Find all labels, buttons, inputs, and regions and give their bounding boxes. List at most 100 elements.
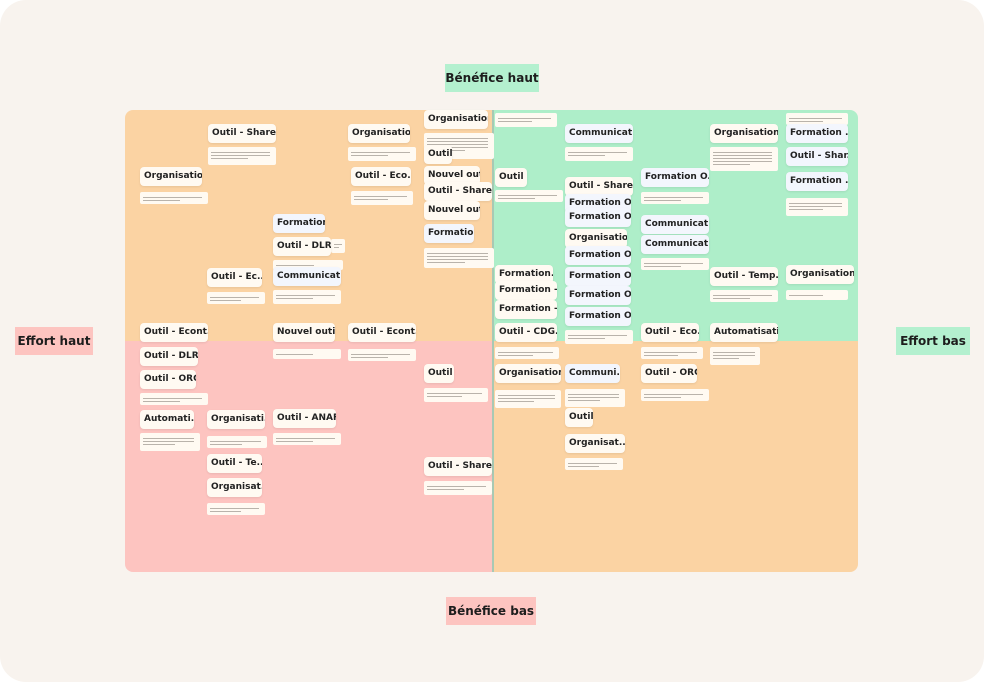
idea-card[interactable]: Communicat... (565, 124, 633, 143)
sticky-note[interactable] (641, 389, 709, 401)
idea-card[interactable]: Outil - DLRé (273, 237, 331, 256)
note-text-line (498, 398, 555, 399)
idea-card[interactable]: Automati... (140, 410, 194, 429)
note-text-line (210, 441, 262, 442)
idea-card[interactable]: Outil - Temp... (710, 267, 778, 286)
note-text-line (351, 357, 389, 358)
note-text-line (498, 401, 534, 402)
idea-card[interactable]: Organisation (140, 167, 202, 186)
idea-card[interactable]: Communicat... (641, 235, 709, 254)
note-text-line (713, 295, 772, 296)
sticky-note[interactable] (424, 481, 492, 495)
idea-card[interactable]: Outil - Eco... (641, 323, 699, 342)
sticky-note[interactable] (331, 239, 345, 253)
idea-card[interactable]: Organisation (424, 110, 488, 129)
idea-card[interactable]: Organisation... (786, 265, 854, 284)
idea-card[interactable]: Outil - ANAFI (273, 409, 336, 428)
sticky-note[interactable] (565, 389, 625, 407)
idea-card[interactable]: Outil - Share... (208, 124, 276, 143)
idea-card[interactable]: Organisat... (207, 478, 262, 497)
idea-card[interactable]: Nouvel outil (424, 201, 480, 220)
idea-card[interactable]: Outil - Econt... (140, 323, 208, 342)
idea-card[interactable]: Outil - Te... (207, 454, 262, 473)
sticky-note[interactable] (207, 503, 265, 515)
idea-card[interactable]: Formation ... (786, 172, 848, 191)
idea-card[interactable]: Formation O... (565, 307, 631, 326)
idea-card[interactable]: Communi... (565, 364, 620, 383)
sticky-note[interactable] (786, 290, 848, 300)
sticky-note[interactable] (641, 192, 709, 204)
note-text-line (644, 197, 703, 198)
idea-card[interactable]: Outil - Econt... (348, 323, 416, 342)
sticky-note[interactable] (273, 433, 341, 445)
sticky-note[interactable] (424, 248, 494, 268)
idea-card[interactable]: Communicat... (641, 215, 709, 234)
sticky-note[interactable] (565, 147, 633, 161)
sticky-note[interactable] (273, 349, 341, 359)
note-text-line (568, 335, 627, 336)
idea-card[interactable]: Formation O... (565, 267, 631, 286)
sticky-note[interactable] (495, 113, 557, 127)
idea-card[interactable]: Nouvel outil (273, 323, 335, 342)
idea-card[interactable]: Formation - ... (495, 300, 557, 319)
idea-card[interactable]: Outil - Shar... (786, 147, 848, 166)
idea-card[interactable]: Communicat... (273, 267, 341, 286)
note-text-line (210, 508, 260, 509)
idea-card[interactable]: Organisation... (495, 364, 561, 383)
note-text-line (427, 138, 488, 139)
sticky-note[interactable] (786, 198, 848, 216)
idea-card[interactable]: Formation O... (565, 286, 631, 305)
sticky-note[interactable] (351, 191, 413, 205)
idea-card[interactable]: Formation O... (641, 168, 709, 187)
note-text-line (334, 247, 339, 248)
idea-card[interactable]: Formation - ... (495, 281, 557, 300)
idea-card[interactable]: Outil - Share... (424, 457, 492, 476)
sticky-note[interactable] (424, 388, 488, 402)
idea-card[interactable]: Outil - Eco... (351, 167, 411, 186)
sticky-note[interactable] (207, 436, 267, 448)
idea-card[interactable]: Outil (424, 364, 454, 383)
sticky-note[interactable] (348, 147, 416, 161)
note-text-line (427, 253, 488, 254)
idea-card[interactable]: Outil - DLRé (140, 347, 198, 366)
idea-card[interactable]: Formation (273, 214, 325, 233)
sticky-note[interactable] (140, 433, 200, 451)
sticky-note[interactable] (207, 292, 265, 304)
idea-card[interactable]: Outil - ORC (140, 370, 196, 389)
idea-card[interactable]: Outil (495, 168, 527, 187)
sticky-note[interactable] (140, 192, 208, 204)
idea-card[interactable]: Outil - Ec... (207, 268, 262, 287)
note-text-line (644, 394, 703, 395)
sticky-note[interactable] (208, 147, 276, 165)
note-text-line (143, 438, 195, 439)
idea-card[interactable]: Outil - Share... (424, 182, 492, 201)
sticky-note[interactable] (495, 347, 559, 359)
sticky-note[interactable] (495, 190, 563, 202)
sticky-note[interactable] (140, 393, 208, 405)
sticky-note[interactable] (565, 330, 633, 344)
sticky-note[interactable] (348, 349, 416, 361)
idea-card[interactable]: Outil (565, 408, 593, 427)
idea-card[interactable]: Formation ... (786, 124, 848, 143)
sticky-note[interactable] (641, 258, 709, 270)
idea-card[interactable]: Organisation... (710, 124, 778, 143)
idea-card[interactable]: Organisati... (207, 410, 265, 429)
idea-card[interactable]: Outil - ORC (641, 364, 697, 383)
sticky-note[interactable] (641, 347, 703, 359)
idea-card[interactable]: Formation O... (565, 208, 631, 227)
sticky-note[interactable] (495, 390, 561, 408)
idea-card[interactable]: Formation O... (565, 246, 631, 265)
sticky-note[interactable] (710, 290, 778, 302)
idea-card[interactable]: Organisat... (565, 434, 625, 453)
idea-card[interactable]: Formation (424, 224, 474, 243)
sticky-note[interactable] (565, 458, 623, 470)
idea-card[interactable]: Organisation (348, 124, 410, 143)
idea-card[interactable]: Outil (424, 145, 452, 164)
sticky-note[interactable] (710, 347, 760, 365)
idea-card[interactable]: Automatisati... (710, 323, 778, 342)
note-text-line (427, 259, 488, 260)
note-text-line (789, 203, 843, 204)
sticky-note[interactable] (710, 147, 778, 171)
idea-card[interactable]: Outil - CDG... (495, 323, 557, 342)
sticky-note[interactable] (273, 290, 341, 304)
